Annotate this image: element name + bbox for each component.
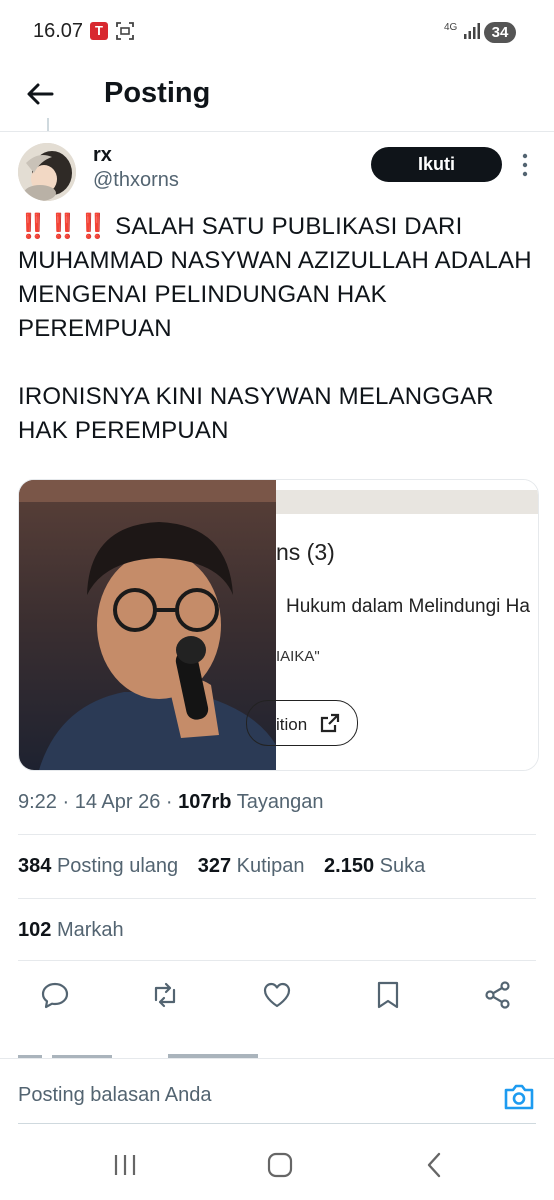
- quotes-stat[interactable]: 327 Kutipan: [198, 855, 305, 877]
- header-divider: [0, 131, 554, 132]
- media-screenshot[interactable]: ns (3) Hukum dalam Melindungi Ha IAIKA" …: [246, 480, 538, 770]
- reply-input[interactable]: Posting balasan Anda: [18, 1084, 212, 1107]
- divider: [18, 960, 536, 961]
- author-display-name[interactable]: rx: [93, 144, 112, 167]
- action-bar: [0, 980, 554, 1016]
- tweet-paragraph-2: IRONISNYA KINI NASYWAN MELANGGAR HAK PER…: [18, 383, 494, 444]
- arrow-left-icon[interactable]: [24, 78, 56, 110]
- screenshot-quote: IAIKA": [276, 648, 320, 665]
- status-bar: 16.07 T 4G 34: [0, 0, 554, 64]
- system-nav-bar: [0, 1125, 554, 1200]
- divider: [18, 898, 536, 899]
- bookmarks-label: Markah: [56, 919, 124, 941]
- screenshot-button-text: ition: [276, 715, 308, 734]
- home-icon[interactable]: [266, 1151, 294, 1179]
- author-username[interactable]: @thxorns: [93, 169, 179, 192]
- tweet-text: ‼️‼️‼️ SALAH SATU PUBLIKASI DARI MUHAMMA…: [18, 210, 538, 448]
- avatar-image: [18, 143, 76, 201]
- avatar[interactable]: [18, 143, 76, 201]
- external-link-icon: [320, 713, 340, 733]
- notification-app-icon: T: [90, 22, 108, 40]
- screen-capture-icon: [116, 22, 134, 40]
- quotes-count: 327: [197, 855, 232, 877]
- back-nav-icon[interactable]: [421, 1151, 449, 1179]
- battery-indicator: 34: [484, 22, 516, 43]
- tweet-meta: 9:22 · 14 Apr 26 · 107rb Tayangan: [18, 791, 324, 813]
- camera-icon[interactable]: [503, 1083, 535, 1111]
- tweet-time: 9:22: [18, 791, 57, 813]
- screenshot-text: Hukum dalam Melindungi Ha: [286, 596, 530, 617]
- media-card[interactable]: ns (3) Hukum dalam Melindungi Ha IAIKA" …: [18, 479, 539, 771]
- quotes-label: Kutipan: [236, 855, 305, 877]
- like-icon[interactable]: [262, 980, 292, 1010]
- reply-underline: [18, 1123, 536, 1124]
- divider: [18, 834, 536, 835]
- bookmark-icon[interactable]: [373, 980, 403, 1010]
- repost-icon[interactable]: [150, 980, 180, 1010]
- screenshot-band: [276, 490, 538, 514]
- page-title: Posting: [104, 77, 211, 109]
- bookmarks-stat[interactable]: 102 Markah: [18, 919, 124, 942]
- likes-label: Suka: [379, 855, 426, 877]
- tweet-date: 14 Apr 26: [74, 791, 161, 813]
- thread-connector: [47, 118, 49, 131]
- reply-bar: Posting balasan Anda: [0, 1058, 554, 1125]
- more-options-icon[interactable]: [516, 152, 534, 178]
- engagement-stats: 384 Posting ulang 327 Kutipan 2.150 Suka: [18, 855, 439, 878]
- status-time: 16.07: [33, 20, 84, 42]
- reply-icon[interactable]: [40, 980, 70, 1010]
- media-photo[interactable]: [19, 480, 276, 770]
- views-count: 107rb: [178, 791, 232, 813]
- recent-apps-icon[interactable]: [111, 1151, 139, 1179]
- signal-icon: [464, 23, 480, 39]
- likes-stat[interactable]: 2.150 Suka: [324, 855, 425, 877]
- reposts-count: 384: [18, 855, 52, 877]
- screenshot-heading: ns (3): [276, 539, 335, 565]
- bookmarks-count: 102: [18, 919, 52, 941]
- follow-button[interactable]: Ikuti: [371, 147, 502, 182]
- double-exclamation-emoji: ‼️‼️‼️: [18, 213, 109, 240]
- share-icon[interactable]: [483, 980, 513, 1010]
- likes-count: 2.150: [324, 855, 375, 877]
- views-label: Tayangan: [236, 791, 324, 813]
- app-header: Posting: [0, 64, 554, 130]
- reposts-stat[interactable]: 384 Posting ulang: [18, 855, 178, 877]
- reposts-label: Posting ulang: [56, 855, 179, 877]
- network-type-label: 4G: [444, 22, 458, 33]
- tweet-paragraph-1: ‼️‼️‼️ SALAH SATU PUBLIKASI DARI MUHAMMA…: [18, 210, 538, 346]
